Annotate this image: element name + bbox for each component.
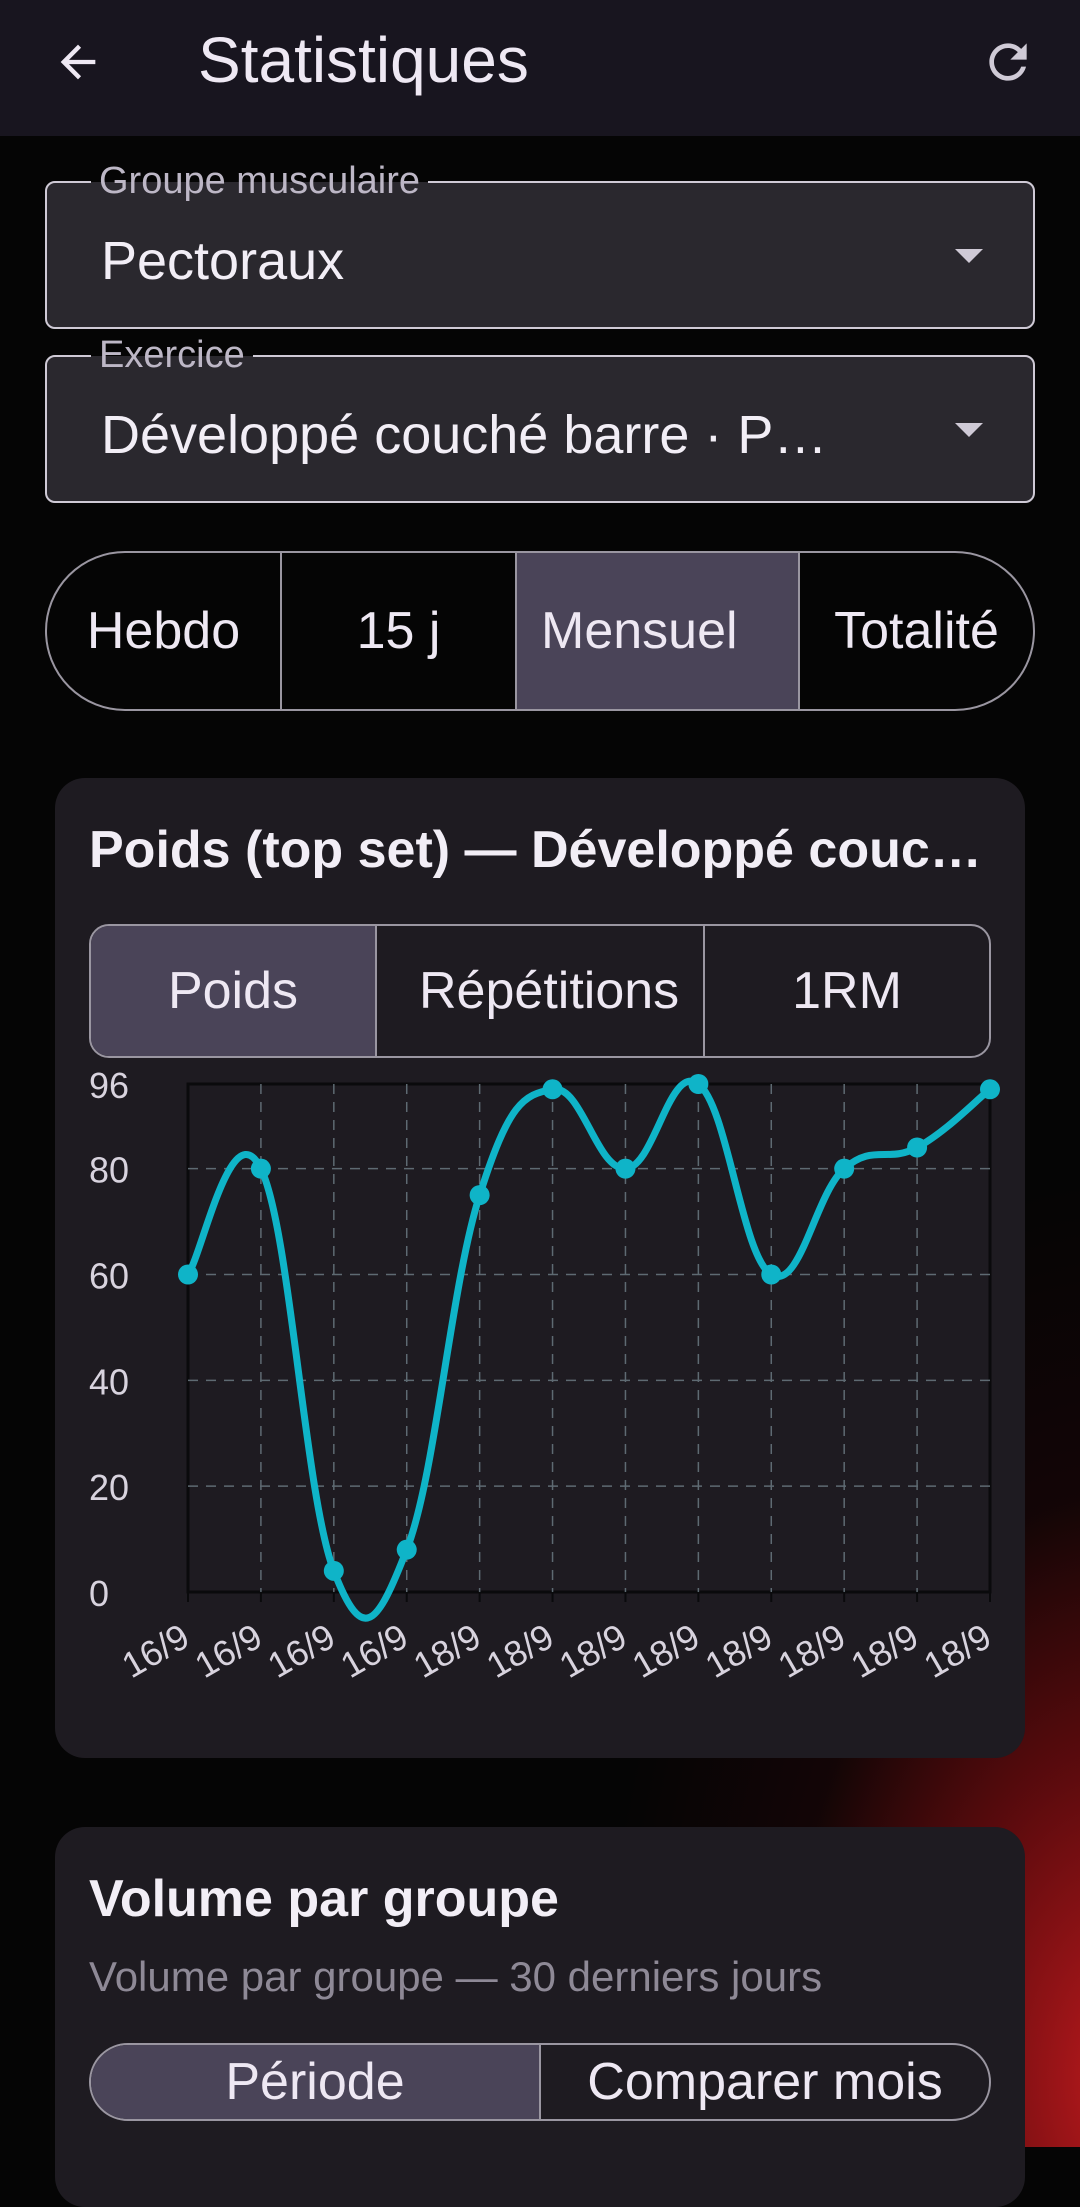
data-point xyxy=(834,1158,855,1179)
data-point xyxy=(323,1560,344,1581)
period-tab-15j[interactable]: 15 j xyxy=(282,553,517,709)
y-tick-label: 40 xyxy=(89,1361,129,1402)
volume-mode-selector: Période Comparer mois xyxy=(89,2043,991,2121)
y-tick-label: 20 xyxy=(89,1467,129,1508)
plot-area xyxy=(186,1082,992,1594)
x-tick-label: 16/9 xyxy=(334,1615,415,1686)
weight-line-chart: 0204060809616/916/916/916/918/918/918/91… xyxy=(89,1068,1000,1686)
y-tick-label: 0 xyxy=(89,1573,109,1614)
y-tick-label: 60 xyxy=(89,1256,129,1297)
data-point xyxy=(615,1158,636,1179)
exercise-dropdown[interactable]: Exercice Développé couché barre · P… xyxy=(45,333,1035,503)
x-tick-label: 16/9 xyxy=(261,1615,342,1686)
x-tick-label: 18/9 xyxy=(479,1615,560,1686)
x-tick-label: 18/9 xyxy=(552,1615,633,1686)
volume-card-subtitle: Volume par groupe — 30 derniers jours xyxy=(89,1953,823,2000)
data-point xyxy=(250,1158,271,1179)
x-tick-label: 18/9 xyxy=(406,1615,487,1686)
volume-tab-periode[interactable]: Période xyxy=(91,2045,541,2119)
page-title: Statistiques xyxy=(198,24,529,96)
data-point xyxy=(469,1185,490,1206)
period-selector: Hebdo 15 j Mensuel Totalité xyxy=(45,551,1035,711)
dropdown-arrow-icon xyxy=(955,423,983,437)
volume-card-title: Volume par groupe xyxy=(89,1870,559,1928)
dropdown-arrow-icon xyxy=(955,249,983,263)
y-tick-label: 96 xyxy=(89,1068,129,1106)
period-tab-totalite[interactable]: Totalité xyxy=(800,553,1033,709)
data-point xyxy=(907,1137,928,1158)
muscle-group-label: Groupe musculaire xyxy=(91,159,429,203)
back-button[interactable] xyxy=(44,28,112,96)
metric-selector: Poids Répétitions 1RM xyxy=(89,924,991,1058)
x-tick-label: 18/9 xyxy=(625,1615,706,1686)
metric-tab-1rm[interactable]: 1RM xyxy=(705,926,989,1056)
weight-card-title: Poids (top set) — Développé couc… xyxy=(89,821,982,879)
data-point xyxy=(688,1074,709,1094)
period-tab-mensuel[interactable]: Mensuel xyxy=(517,553,800,709)
exercise-value: Développé couché barre · P… xyxy=(101,405,828,465)
arrow-left-icon xyxy=(60,44,96,80)
data-point xyxy=(178,1264,198,1285)
x-tick-label: 18/9 xyxy=(917,1615,998,1686)
x-tick-label: 16/9 xyxy=(188,1615,269,1686)
muscle-group-dropdown[interactable]: Groupe musculaire Pectoraux xyxy=(45,159,1035,329)
app-bar: Statistiques xyxy=(0,0,1080,136)
x-tick-label: 16/9 xyxy=(115,1615,196,1686)
period-tab-hebdo[interactable]: Hebdo xyxy=(47,553,282,709)
refresh-button[interactable] xyxy=(972,26,1044,98)
data-point xyxy=(761,1264,782,1285)
y-tick-label: 80 xyxy=(89,1150,129,1191)
weight-chart-card: Poids (top set) — Développé couc… Poids … xyxy=(55,778,1025,1758)
refresh-icon xyxy=(989,43,1027,81)
data-point xyxy=(980,1079,1000,1100)
metric-tab-repetitions[interactable]: Répétitions xyxy=(377,926,705,1056)
x-tick-label: 18/9 xyxy=(844,1615,925,1686)
metric-tab-poids[interactable]: Poids xyxy=(91,926,377,1056)
exercise-label: Exercice xyxy=(91,333,253,377)
data-point xyxy=(396,1539,417,1560)
muscle-group-value: Pectoraux xyxy=(101,231,345,291)
x-tick-label: 18/9 xyxy=(698,1615,779,1686)
series-line xyxy=(184,1077,994,1622)
data-point xyxy=(542,1079,563,1100)
x-tick-label: 18/9 xyxy=(771,1615,852,1686)
volume-tab-comparer-mois[interactable]: Comparer mois xyxy=(541,2045,989,2119)
volume-card: Volume par groupe Volume par groupe — 30… xyxy=(55,1827,1025,2207)
